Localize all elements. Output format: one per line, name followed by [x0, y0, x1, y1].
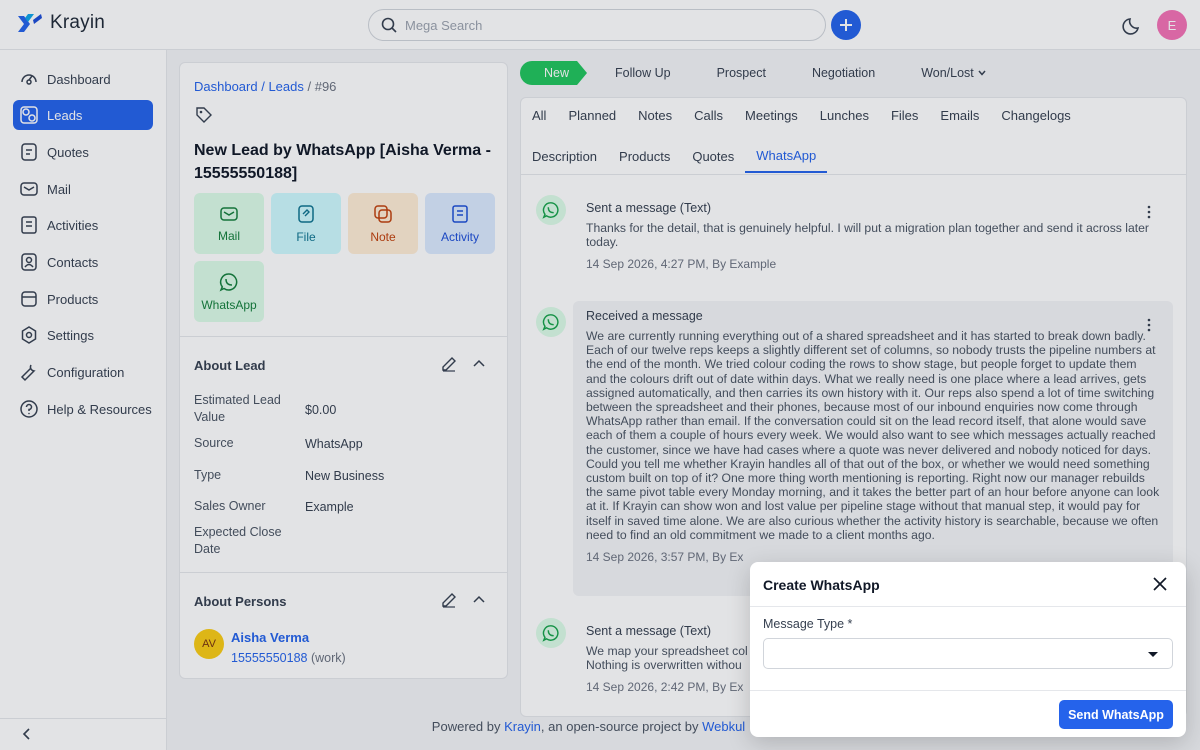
modal-close-button[interactable] — [1150, 574, 1170, 597]
modal-title: Create WhatsApp — [763, 577, 880, 593]
modal-divider — [750, 690, 1186, 691]
caret-down-icon — [1148, 652, 1158, 657]
close-icon — [1153, 577, 1167, 591]
modal-divider — [750, 606, 1186, 607]
send-whatsapp-button[interactable]: Send WhatsApp — [1059, 700, 1173, 729]
message-type-label: Message Type * — [763, 617, 853, 631]
create-whatsapp-modal: Create WhatsApp Message Type * Send What… — [750, 562, 1186, 737]
message-type-select[interactable] — [763, 638, 1173, 669]
